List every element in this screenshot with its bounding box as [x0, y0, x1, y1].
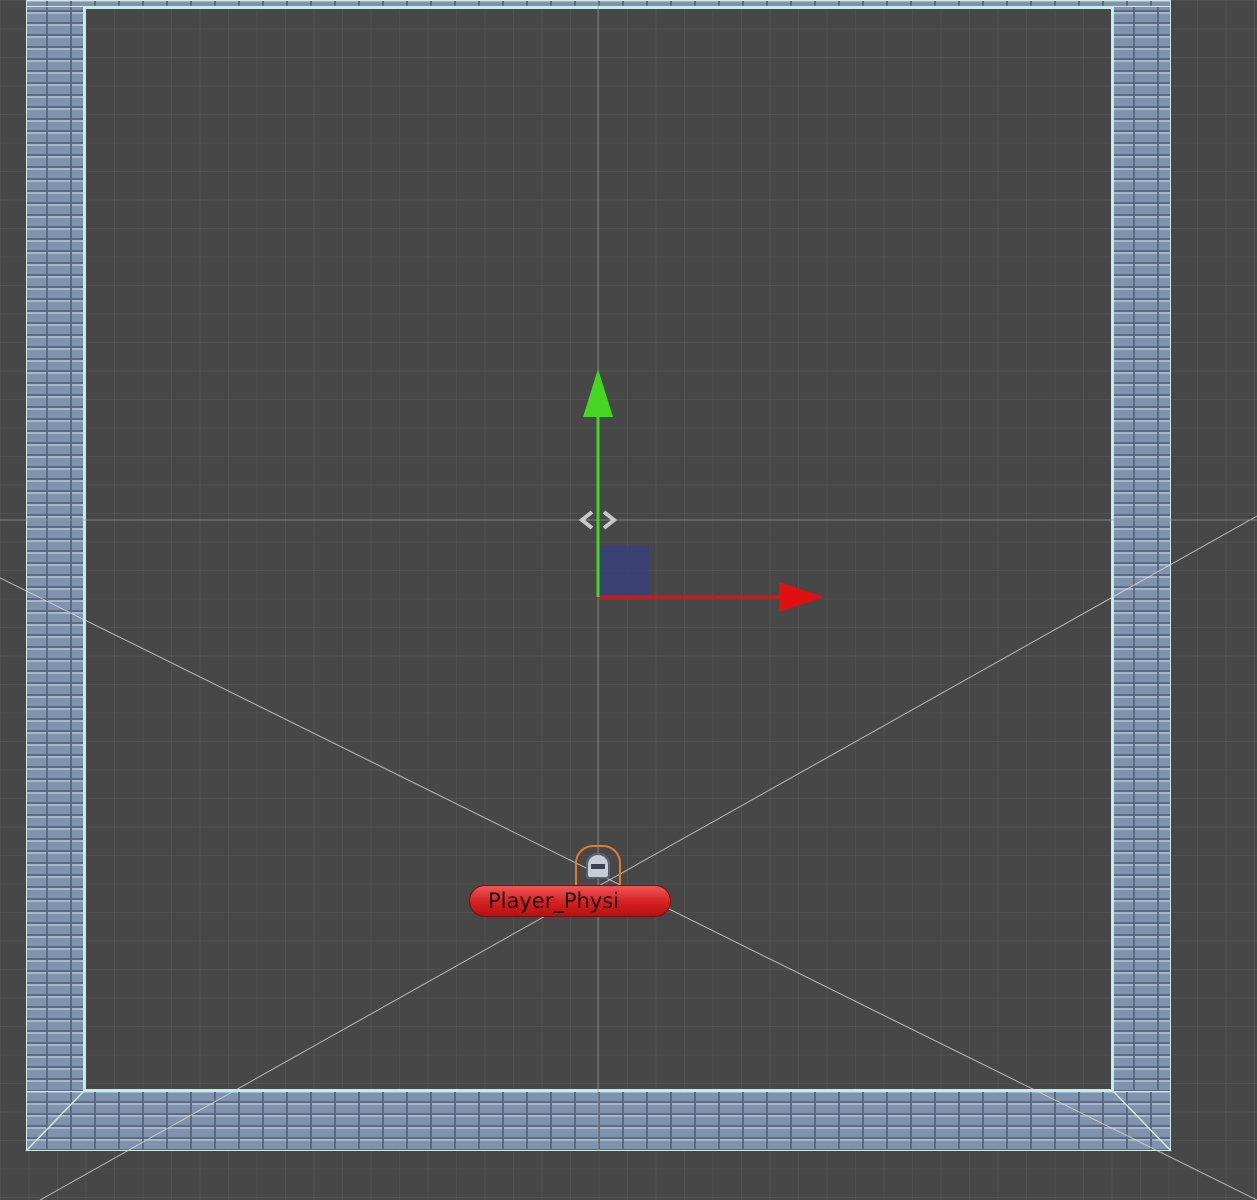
helmet-visor [591, 864, 605, 869]
y-axis-arrow-icon[interactable] [583, 369, 613, 417]
scene-overlay [0, 0, 1257, 1200]
object-name-text: Player_Physi [488, 889, 620, 913]
knight-helmet-icon [586, 853, 610, 879]
wall-corner-line [1112, 1090, 1172, 1152]
x-axis-arrow-icon[interactable] [779, 582, 824, 612]
object-name-label[interactable]: Player_Physi [469, 885, 671, 917]
camera-frustum-line [39, 515, 1257, 1200]
xy-plane-handle[interactable] [600, 546, 649, 595]
wall-corner-line [25, 1090, 85, 1152]
player-sprite[interactable] [575, 845, 621, 889]
